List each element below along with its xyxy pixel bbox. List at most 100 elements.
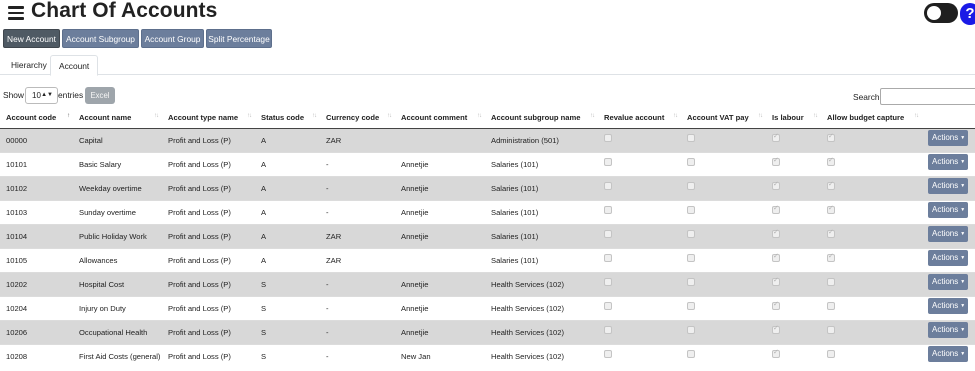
column-header[interactable]: Account type name ↑↓ — [162, 108, 255, 129]
column-header[interactable]: Status code ↑↓ — [255, 108, 320, 129]
actions-button[interactable]: Actions ▼ — [928, 250, 968, 266]
budget-checkbox[interactable] — [827, 204, 835, 214]
column-header[interactable]: Account subgroup name ↑↓ — [485, 108, 598, 129]
table-row[interactable]: 10101 Basic Salary Profit and Loss (P) A - An… — [0, 151, 975, 176]
actions-button[interactable]: Actions ▼ — [928, 346, 968, 363]
actions-button[interactable]: Actions ▼ — [928, 274, 968, 290]
vat-checkbox[interactable] — [687, 133, 695, 142]
revalue-checkbox[interactable] — [604, 253, 612, 262]
cell-name: Sunday overtime — [73, 199, 162, 224]
column-header[interactable]: Is labour ↑↓ — [766, 108, 821, 129]
revalue-checkbox[interactable] — [604, 157, 612, 166]
table-row[interactable]: 10102 Weekday overtime Profit and Loss (P)… — [0, 175, 975, 200]
vat-checkbox[interactable] — [687, 277, 695, 286]
tab-account[interactable]: Account — [50, 55, 99, 76]
revalue-checkbox[interactable] — [604, 349, 612, 358]
table-row[interactable]: 10103 Sunday overtime Profit and Loss (P) A… — [0, 199, 975, 224]
column-header[interactable]: Allow budget capture ↑↓ — [821, 108, 922, 129]
budget-checkbox[interactable] — [827, 252, 835, 262]
vat-checkbox[interactable] — [687, 349, 695, 358]
new-account-button[interactable]: New Account — [3, 29, 60, 48]
budget-checkbox[interactable] — [827, 277, 835, 286]
vat-checkbox[interactable] — [687, 301, 695, 310]
table-row[interactable]: 10208 First Aid Costs (general) Profit and… — [0, 343, 975, 368]
revalue-checkbox[interactable] — [604, 205, 612, 214]
budget-checkbox[interactable] — [827, 349, 835, 358]
table-row[interactable]: 10202 Hospital Cost Profit and Loss (P) S - A… — [0, 271, 975, 296]
revalue-checkbox[interactable] — [604, 325, 612, 334]
column-header-label: Account code — [6, 113, 57, 123]
cell-subgroup: Salaries (101) — [485, 247, 598, 272]
labour-checkbox[interactable] — [772, 300, 780, 310]
account-subgroup-button[interactable]: Account Subgroup — [62, 29, 139, 48]
vat-checkbox[interactable] — [687, 205, 695, 214]
budget-checkbox[interactable] — [827, 132, 835, 142]
excel-button[interactable]: Excel — [85, 87, 115, 104]
actions-button[interactable]: Actions ▼ — [928, 226, 968, 242]
account-group-button[interactable]: Account Group — [141, 29, 204, 48]
tab-hierarchy[interactable]: Hierarchy — [3, 55, 55, 75]
column-header[interactable]: Account name ↑↓ — [73, 108, 162, 129]
budget-checkbox[interactable] — [827, 180, 835, 190]
cell-budget — [821, 223, 922, 248]
labour-checkbox[interactable] — [772, 156, 780, 166]
actions-button[interactable]: Actions ▼ — [928, 154, 968, 170]
entries-select[interactable]: 10 ▲▼ — [25, 87, 58, 104]
cell-actions: Actions ▼ — [922, 175, 975, 200]
table-row[interactable]: 00000 Capital Profit and Loss (P) A ZAR Admin… — [0, 127, 975, 152]
cell-currency: ZAR — [320, 223, 395, 248]
labour-checkbox[interactable] — [772, 204, 780, 214]
budget-checkbox[interactable] — [827, 228, 835, 238]
actions-button[interactable]: Actions ▼ — [928, 322, 968, 338]
column-header[interactable]: Currency code ↑↓ — [320, 108, 395, 129]
revalue-checkbox[interactable] — [604, 301, 612, 310]
column-header[interactable]: Account VAT pay ↑↓ — [681, 108, 766, 129]
budget-checkbox[interactable] — [827, 156, 835, 166]
vat-checkbox[interactable] — [687, 325, 695, 334]
search-input[interactable] — [880, 88, 975, 105]
labour-checkbox[interactable] — [772, 276, 780, 286]
labour-checkbox[interactable] — [772, 180, 780, 190]
table-row[interactable]: 10105 Allowances Profit and Loss (P) A ZAR Sa… — [0, 247, 975, 272]
theme-toggle[interactable] — [924, 3, 958, 23]
revalue-checkbox[interactable] — [604, 181, 612, 190]
labour-checkbox[interactable] — [772, 324, 780, 334]
vat-checkbox[interactable] — [687, 253, 695, 262]
revalue-checkbox[interactable] — [604, 133, 612, 142]
cell-currency: - — [320, 199, 395, 224]
actions-button[interactable]: Actions ▼ — [928, 202, 968, 218]
budget-checkbox[interactable] — [827, 325, 835, 334]
column-header[interactable]: Account comment ↑↓ — [395, 108, 485, 129]
menu-icon[interactable] — [8, 6, 24, 20]
budget-checkbox[interactable] — [827, 301, 835, 310]
column-header-label: Status code — [261, 113, 305, 123]
sort-icon: ↑↓ — [590, 113, 595, 119]
cell-labour — [766, 271, 821, 296]
cell-name: Allowances — [73, 247, 162, 272]
column-header[interactable]: Account code ↑ — [0, 108, 73, 129]
table-row[interactable]: 10206 Occupational Health Profit and Loss … — [0, 319, 975, 344]
column-header-label: Allow budget capture — [827, 113, 905, 123]
table-row[interactable]: 10104 Public Holiday Work Profit and Loss … — [0, 223, 975, 248]
column-header[interactable]: Revalue account ↑↓ — [598, 108, 681, 129]
vat-checkbox[interactable] — [687, 229, 695, 238]
cell-code: 00000 — [0, 127, 73, 152]
vat-checkbox[interactable] — [687, 157, 695, 166]
actions-button[interactable]: Actions ▼ — [928, 298, 968, 314]
sort-icon: ↑↓ — [477, 113, 482, 119]
help-icon[interactable]: ? — [960, 3, 975, 25]
cell-comment — [395, 247, 485, 272]
labour-checkbox[interactable] — [772, 228, 780, 238]
revalue-checkbox[interactable] — [604, 229, 612, 238]
actions-button[interactable]: Actions ▼ — [928, 178, 968, 194]
split-percentage-button[interactable]: Split Percentage — [206, 29, 272, 48]
labour-checkbox[interactable] — [772, 252, 780, 262]
vat-checkbox[interactable] — [687, 181, 695, 190]
cell-status: S — [255, 295, 320, 320]
revalue-checkbox[interactable] — [604, 277, 612, 286]
labour-checkbox[interactable] — [772, 132, 780, 142]
labour-checkbox[interactable] — [772, 348, 780, 358]
actions-button[interactable]: Actions ▼ — [928, 130, 968, 146]
table-row[interactable]: 10204 Injury on Duty Profit and Loss (P) S -… — [0, 295, 975, 320]
caret-down-icon: ▼ — [960, 303, 966, 309]
